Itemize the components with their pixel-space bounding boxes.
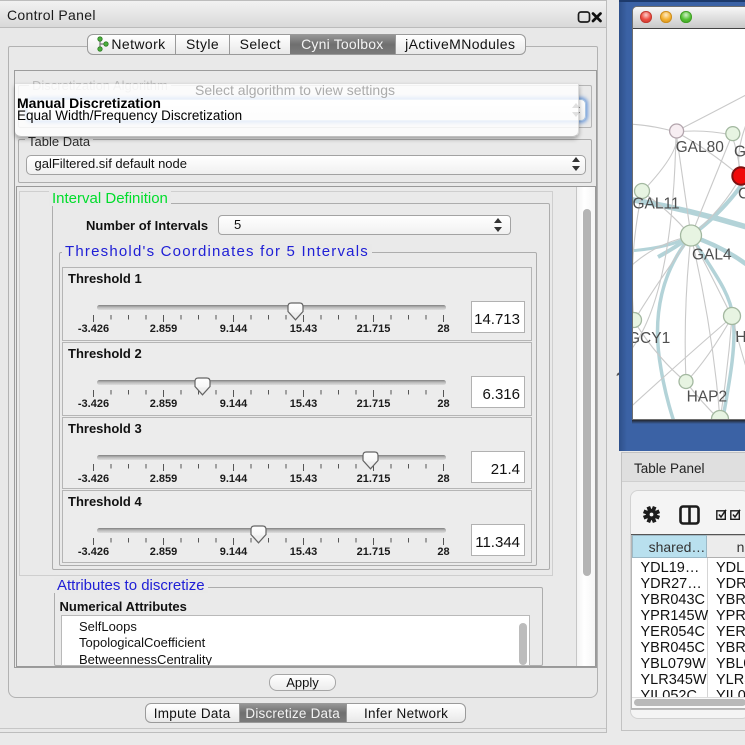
svg-text:GAL11: GAL11 [633,196,680,213]
svg-text:GAL80: GAL80 [676,139,725,156]
svg-text:GA: GA [734,144,745,161]
svg-text:GAL4: GAL4 [692,247,732,264]
svg-text:C: C [738,186,745,203]
svg-text:HAP2: HAP2 [687,389,728,406]
svg-text:GCY1: GCY1 [633,330,670,347]
svg-text:H: H [735,329,745,346]
